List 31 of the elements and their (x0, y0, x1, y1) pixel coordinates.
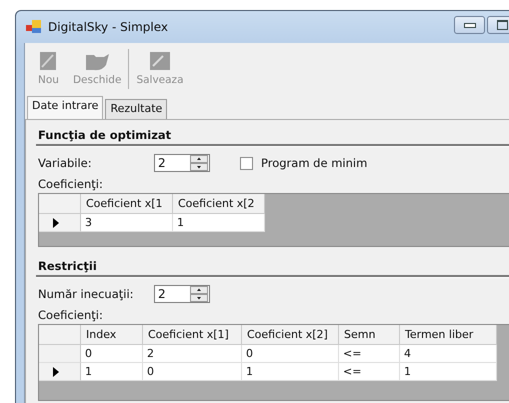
table-cell[interactable]: <= (339, 345, 400, 363)
field-label: Variabile: (38, 156, 93, 170)
table-cell[interactable]: <= (339, 363, 400, 381)
window-title: DigitalSky - Simplex (48, 20, 169, 34)
table-cell[interactable]: 1 (173, 214, 265, 232)
table-cell[interactable]: 0 (81, 345, 143, 363)
column-header[interactable]: Coeficient x[2 (173, 194, 265, 214)
table-cell[interactable]: 1 (400, 363, 497, 381)
field-label: Coeficienţi: (38, 177, 104, 191)
column-header[interactable]: Coeficient x[2] (242, 325, 339, 345)
section-heading: Funcţia de optimizat (38, 128, 172, 142)
column-header[interactable]: Semn (339, 325, 400, 345)
table-cell[interactable]: 4 (400, 345, 497, 363)
checkbox[interactable]: Program de minim (240, 156, 368, 170)
table-cell[interactable]: 1 (81, 363, 143, 381)
table-cell[interactable]: 3 (81, 214, 173, 232)
column-header[interactable]: Coeficient x[1 (81, 194, 173, 214)
table-cell[interactable]: 2 (143, 345, 242, 363)
column-header[interactable]: Coeficient x[1] (143, 325, 242, 345)
column-header[interactable]: Termen liber (400, 325, 497, 345)
tab[interactable]: Rezultate (105, 99, 168, 119)
table-cell[interactable]: 0 (143, 363, 242, 381)
table-cell[interactable]: 1 (242, 363, 339, 381)
table-cell[interactable]: 0 (242, 345, 339, 363)
field-label: Coeficienţi: (38, 308, 104, 322)
number-field[interactable]: 2 (154, 154, 210, 172)
tab[interactable]: Date intrare (27, 96, 104, 119)
column-header[interactable]: Index (81, 325, 143, 345)
field-label: Număr inecuaţii: (38, 287, 135, 301)
number-field[interactable]: 2 (154, 285, 210, 303)
section-heading: Restricţii (38, 259, 98, 273)
